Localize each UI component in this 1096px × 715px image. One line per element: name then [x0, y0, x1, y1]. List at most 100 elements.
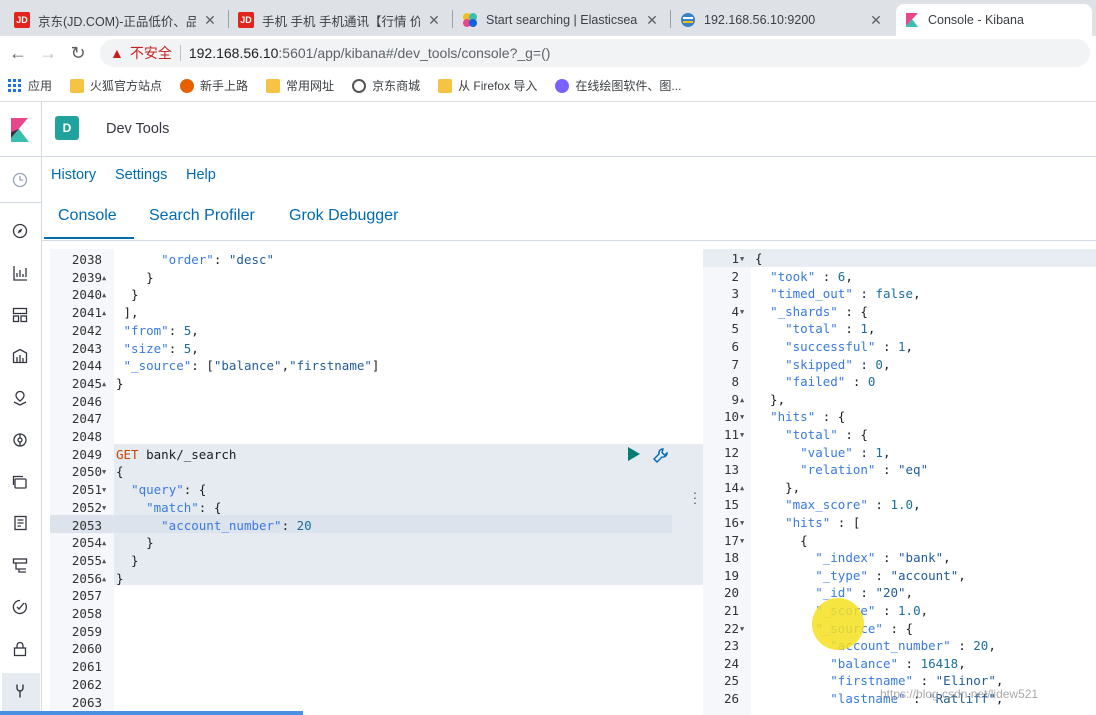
browser-tab-jd[interactable]: JD 京东(JD.COM)-正品低价、品质 ✕: [6, 4, 226, 36]
request-settings-wrench-icon[interactable]: [652, 447, 670, 465]
space-avatar[interactable]: D: [55, 116, 79, 140]
console-output-panel[interactable]: 1 ▼{2 "took" : 6, 3 "timed_out" : false, 4 ▼…: [703, 249, 1096, 715]
bookmark-item[interactable]: 在线绘图软件、图...: [555, 77, 681, 94]
editor-line[interactable]: 2053 "account_number": 20: [50, 517, 672, 535]
fold-toggle-icon[interactable]: ▲: [740, 391, 750, 409]
fold-toggle-icon[interactable]: ▼: [740, 408, 750, 426]
siem-lock-icon[interactable]: [9, 638, 31, 660]
canvas-icon[interactable]: [9, 345, 31, 367]
fold-toggle-icon[interactable]: ▼: [102, 499, 112, 517]
address-bar[interactable]: ▲ 不安全 192.168.56.10:5601/app/kibana#/dev…: [100, 39, 1090, 67]
fold-toggle-icon[interactable]: ▲: [740, 479, 750, 497]
reload-icon[interactable]: ↻: [66, 41, 90, 65]
fold-toggle-icon[interactable]: ▲: [102, 304, 112, 322]
close-tab-icon[interactable]: ✕: [426, 12, 442, 29]
editor-line[interactable]: 2059: [50, 623, 672, 641]
line-number: 8: [731, 374, 739, 390]
editor-line[interactable]: 2044 "_source": ["balance","firstname"]: [50, 357, 672, 375]
editor-line[interactable]: 2055 ▲ }: [50, 552, 672, 570]
editor-line[interactable]: 2047: [50, 410, 672, 428]
maps-icon[interactable]: [9, 387, 31, 409]
line-number: 10: [723, 409, 739, 425]
fold-toggle-icon[interactable]: ▼: [740, 250, 750, 268]
warning-triangle-icon[interactable]: ▲: [110, 45, 124, 61]
editor-line[interactable]: 2056 ▲}: [50, 570, 672, 588]
fold-toggle-icon[interactable]: ▼: [740, 514, 750, 532]
editor-line[interactable]: 2057: [50, 587, 672, 605]
editor-line[interactable]: 2043 "size": 5,: [50, 340, 672, 358]
editor-line[interactable]: 2045 ▲}: [50, 375, 672, 393]
editor-line[interactable]: 2058: [50, 605, 672, 623]
fold-toggle-icon[interactable]: ▼: [740, 532, 750, 550]
editor-line[interactable]: 2054 ▲ }: [50, 534, 672, 552]
history-link[interactable]: History: [51, 167, 96, 183]
browser-tab-kibana[interactable]: Console - Kibana: [896, 4, 1092, 36]
dashboard-icon[interactable]: [9, 304, 31, 326]
fold-toggle-icon[interactable]: ▲: [102, 375, 112, 393]
editor-line[interactable]: 2052 ▼ "match": {: [50, 499, 672, 517]
editor-line[interactable]: 2040 ▲ }: [50, 286, 672, 304]
close-tab-icon[interactable]: ✕: [202, 12, 218, 29]
fold-toggle-icon[interactable]: ▲: [102, 570, 112, 588]
browser-tab-elastic[interactable]: Start searching | Elasticsearch ✕: [454, 4, 668, 36]
code-text: }: [116, 552, 139, 568]
bookmark-item[interactable]: 京东商城: [352, 77, 420, 94]
code-text: "size": 5,: [123, 340, 199, 356]
tab-grok-debugger[interactable]: Grok Debugger: [289, 207, 398, 225]
editor-line[interactable]: 2038 "order": "desc": [50, 251, 672, 269]
dev-tools-wrench-icon[interactable]: [9, 680, 31, 702]
discover-compass-icon[interactable]: [9, 220, 31, 242]
active-tab-indicator: [44, 237, 134, 239]
fold-toggle-icon[interactable]: ▼: [740, 426, 750, 444]
panel-resize-handle[interactable]: · · ·: [690, 485, 700, 509]
tab-search-profiler[interactable]: Search Profiler: [149, 207, 255, 225]
logs-icon[interactable]: [9, 512, 31, 534]
help-link[interactable]: Help: [186, 167, 216, 183]
send-request-play-icon[interactable]: [627, 447, 641, 461]
ml-icon[interactable]: [9, 429, 31, 451]
editor-line[interactable]: 2049 GET bank/_search: [50, 446, 672, 464]
bookmark-apps[interactable]: 应用: [8, 77, 52, 94]
settings-link[interactable]: Settings: [115, 167, 167, 183]
editor-line[interactable]: 2060: [50, 640, 672, 658]
console-input-editor[interactable]: 2038 "order": "desc" 2039 ▲ } 2040 ▲ } 2041 ▲ …: [50, 249, 722, 715]
fold-toggle-icon[interactable]: ▼: [102, 463, 112, 481]
recent-clock-icon[interactable]: [9, 169, 31, 191]
back-arrow-icon[interactable]: ←: [6, 41, 30, 65]
visualize-chart-icon[interactable]: [9, 262, 31, 284]
tab-console[interactable]: Console: [58, 207, 117, 225]
bookmark-item[interactable]: 火狐官方站点: [70, 77, 162, 94]
bookmark-item[interactable]: 从 Firefox 导入: [438, 77, 537, 94]
editor-line[interactable]: 2051 ▼ "query": {: [50, 481, 672, 499]
bookmark-item[interactable]: 新手上路: [180, 77, 248, 94]
editor-line[interactable]: 2048: [50, 428, 672, 446]
fold-toggle-icon[interactable]: ▼: [102, 481, 112, 499]
fold-toggle-icon[interactable]: ▲: [102, 269, 112, 287]
editor-line[interactable]: 2062: [50, 676, 672, 694]
fold-toggle-icon[interactable]: ▲: [102, 286, 112, 304]
fold-toggle-icon[interactable]: ▲: [102, 534, 112, 552]
editor-line[interactable]: 2046: [50, 393, 672, 411]
kibana-logo-icon[interactable]: [0, 102, 42, 157]
browser-tab-es-node[interactable]: 192.168.56.10:9200 ✕: [672, 4, 892, 36]
forward-arrow-icon[interactable]: →: [36, 41, 60, 65]
infrastructure-icon[interactable]: [9, 471, 31, 493]
page-scrollbar[interactable]: [0, 711, 303, 715]
close-tab-icon[interactable]: ✕: [644, 12, 660, 29]
browser-tab-phones[interactable]: JD 手机 手机 手机通讯【行情 价格 ✕: [230, 4, 450, 36]
apm-icon[interactable]: [9, 554, 31, 576]
fold-toggle-icon[interactable]: ▲: [102, 552, 112, 570]
jd-favicon-icon: JD: [238, 12, 254, 28]
uptime-icon[interactable]: [9, 596, 31, 618]
editor-line[interactable]: 2063: [50, 694, 672, 712]
bookmark-item[interactable]: 常用网址: [266, 77, 334, 94]
editor-line[interactable]: 2061: [50, 658, 672, 676]
insecure-label[interactable]: 不安全: [130, 43, 172, 63]
editor-line[interactable]: 2039 ▲ }: [50, 269, 672, 287]
editor-line[interactable]: 2042 "from": 5,: [50, 322, 672, 340]
editor-line[interactable]: 2050 ▼{: [50, 463, 672, 481]
close-tab-icon[interactable]: ✕: [868, 12, 884, 29]
editor-line[interactable]: 2041 ▲ ],: [50, 304, 672, 322]
fold-toggle-icon[interactable]: ▼: [740, 620, 750, 638]
fold-toggle-icon[interactable]: ▼: [740, 303, 750, 321]
